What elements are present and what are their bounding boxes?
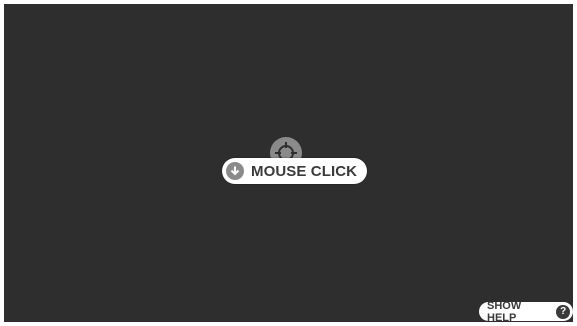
show-help-label: SHOW HELP (487, 299, 522, 324)
help-question-icon: ? (556, 304, 570, 319)
action-indicator: MOUSE CLICK (222, 158, 368, 184)
action-label: MOUSE CLICK (251, 162, 358, 180)
mouse-click-down-icon (226, 162, 244, 180)
show-help-button[interactable]: SHOW HELP ? (479, 299, 573, 324)
screen-canvas: MOUSE CLICK SHOW HELP ? (4, 4, 573, 324)
